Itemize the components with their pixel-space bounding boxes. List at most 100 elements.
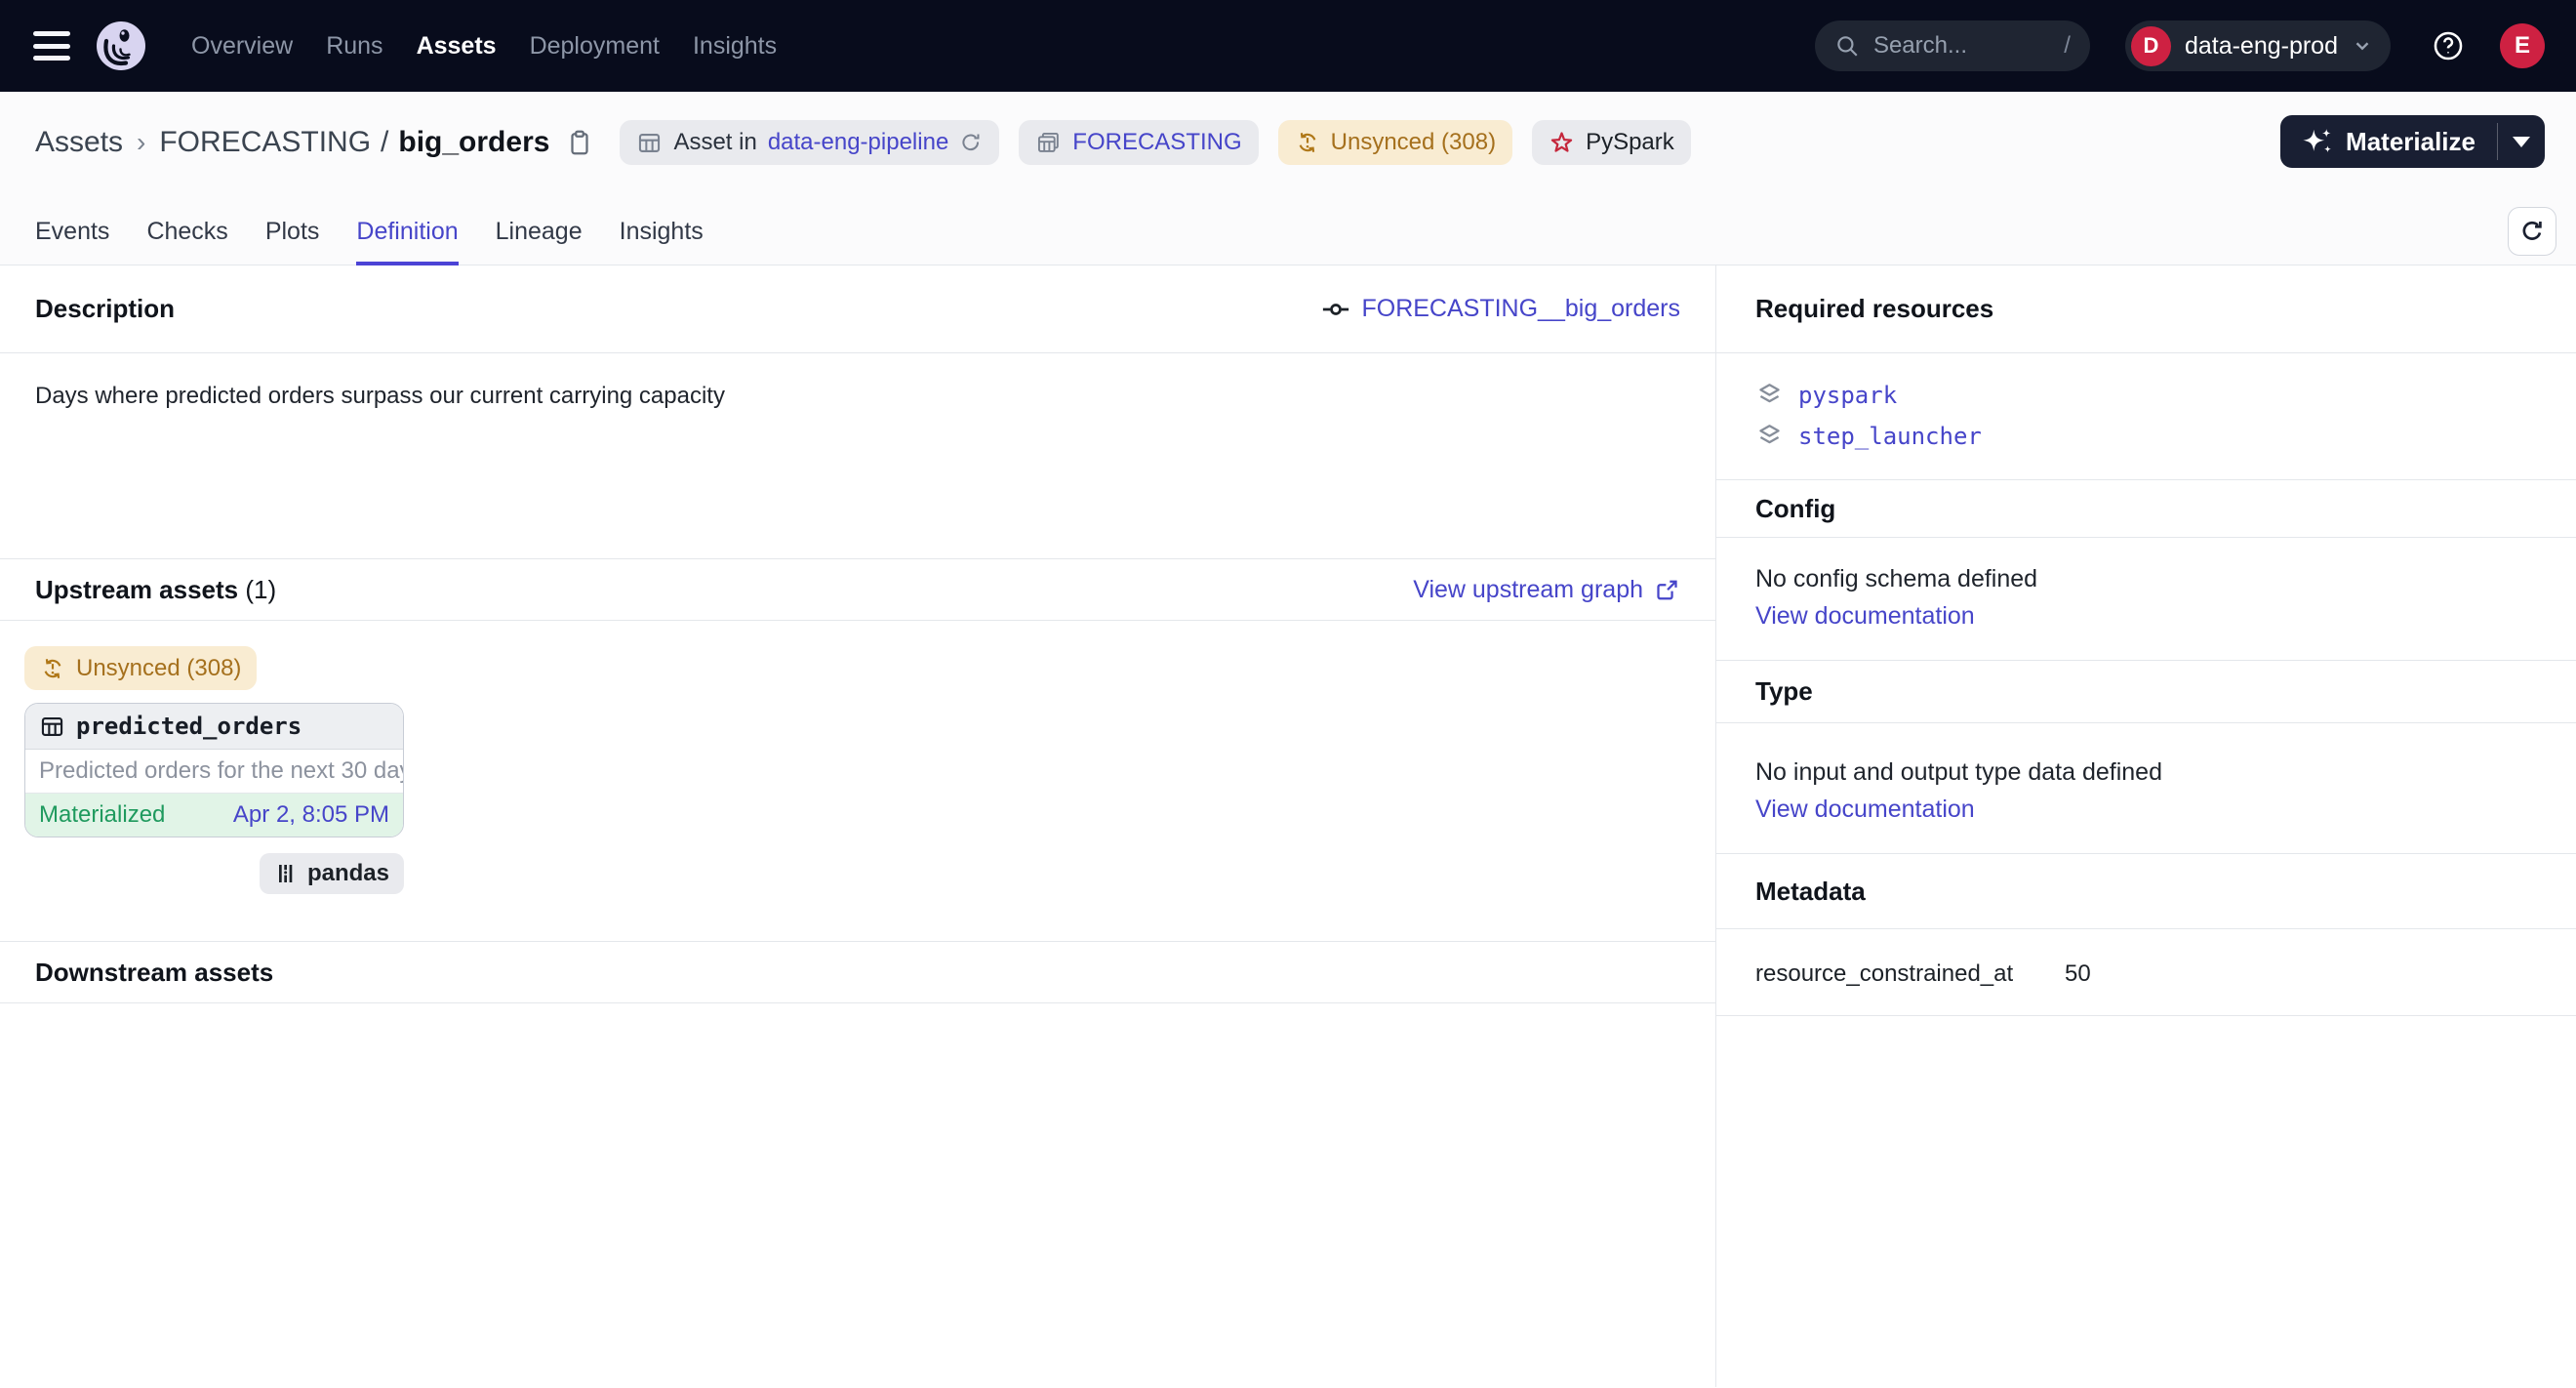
job-icon	[1321, 295, 1350, 324]
nav-runs[interactable]: Runs	[326, 32, 382, 61]
config-docs-link[interactable]: View documentation	[1755, 602, 1975, 631]
downstream-section-title: Downstream assets	[35, 958, 273, 988]
breadcrumb-group-link[interactable]: FORECASTING	[159, 126, 371, 159]
sync-warning-icon	[40, 656, 65, 681]
compute-kind-tag[interactable]: pandas	[260, 853, 404, 894]
deployment-initial-badge: D	[2131, 26, 2171, 66]
metadata-value: 50	[2065, 960, 2091, 988]
description-section-title: Description	[35, 294, 175, 324]
user-avatar[interactable]: E	[2500, 23, 2545, 68]
metadata-row: resource_constrained_at 50	[1716, 929, 2576, 1016]
resource-item[interactable]: pyspark	[1755, 381, 2537, 409]
primary-nav: Overview Runs Assets Deployment Insights	[191, 32, 777, 61]
refresh-button[interactable]	[2508, 207, 2556, 256]
definition-main-panel: Description FORECASTING__big_orders Days…	[0, 265, 1716, 1387]
dagster-logo[interactable]	[96, 20, 146, 71]
table-icon	[636, 130, 663, 156]
type-section-title: Type	[1755, 676, 1813, 707]
pandas-icon	[274, 862, 298, 885]
badge-asset-in-job: Asset in data-eng-pipeline	[620, 120, 999, 165]
upstream-unsynced-label: Unsynced (308)	[76, 655, 241, 682]
asset-name: big_orders	[398, 126, 549, 159]
upstream-asset-card[interactable]: predicted_orders Predicted orders for th…	[24, 703, 404, 837]
layers-icon	[1755, 381, 1784, 409]
breadcrumb-slash: /	[381, 126, 388, 159]
search-icon	[1834, 33, 1860, 59]
view-upstream-graph-link[interactable]: View upstream graph	[1413, 576, 1680, 604]
resource-item[interactable]: step_launcher	[1755, 422, 2537, 450]
badge-unsynced[interactable]: Unsynced (308)	[1278, 120, 1512, 165]
materialized-status-label: Materialized	[39, 801, 165, 829]
materialize-dropdown-button[interactable]	[2498, 115, 2545, 168]
config-section-title: Config	[1755, 494, 1835, 524]
type-empty-text: No input and output type data defined	[1755, 758, 2537, 787]
asset-header: Assets › FORECASTING / big_orders	[0, 92, 2576, 265]
config-section-body: No config schema defined View documentat…	[1716, 538, 2576, 661]
job-definition-link[interactable]: FORECASTING__big_orders	[1321, 295, 1680, 324]
type-section-body: No input and output type data defined Vi…	[1716, 723, 2576, 854]
badge-unsynced-label: Unsynced (308)	[1331, 129, 1496, 156]
nav-overview[interactable]: Overview	[191, 32, 293, 61]
resource-link[interactable]: pyspark	[1798, 382, 1897, 409]
materialize-button[interactable]: Materialize	[2280, 115, 2497, 168]
table-icon	[39, 714, 65, 740]
breadcrumb-chevron: ›	[137, 127, 145, 158]
refresh-icon	[2518, 218, 2546, 245]
tab-checks[interactable]: Checks	[146, 218, 227, 265]
nav-assets[interactable]: Assets	[417, 32, 497, 61]
definition-sidebar: Required resources pyspark	[1716, 265, 2576, 1387]
asset-description-text: Days where predicted orders surpass our …	[0, 353, 1715, 558]
sparkle-icon	[2302, 127, 2333, 156]
view-upstream-graph-label: View upstream graph	[1413, 576, 1643, 604]
type-docs-link[interactable]: View documentation	[1755, 796, 1975, 824]
upstream-asset-name[interactable]: predicted_orders	[76, 713, 302, 740]
compute-kind-tag-label: pandas	[307, 860, 389, 887]
sync-warning-icon	[1295, 130, 1320, 155]
tab-definition[interactable]: Definition	[356, 218, 458, 265]
job-link[interactable]: data-eng-pipeline	[768, 129, 948, 156]
upstream-section-title: Upstream assets (1)	[35, 575, 276, 605]
top-navigation-bar: Overview Runs Assets Deployment Insights…	[0, 0, 2576, 92]
deployment-name: data-eng-prod	[2185, 32, 2338, 61]
job-definition-label: FORECASTING__big_orders	[1361, 295, 1680, 323]
badge-asset-group[interactable]: FORECASTING	[1019, 120, 1258, 165]
nav-insights[interactable]: Insights	[693, 32, 777, 61]
refresh-small-icon[interactable]	[959, 131, 983, 154]
breadcrumb-assets-link[interactable]: Assets	[35, 126, 123, 159]
badge-compute-label: PySpark	[1586, 129, 1674, 156]
required-resources-list: pyspark step_launcher	[1716, 353, 2576, 480]
pyspark-star-icon	[1549, 130, 1575, 156]
required-resources-title: Required resources	[1755, 294, 1993, 324]
materialization-time-link[interactable]: Apr 2, 8:05 PM	[233, 801, 389, 829]
metadata-section-title: Metadata	[1755, 877, 1866, 907]
badge-group-label[interactable]: FORECASTING	[1072, 129, 1241, 156]
badge-compute-kind[interactable]: PySpark	[1532, 120, 1691, 165]
tab-events[interactable]: Events	[35, 218, 109, 265]
external-link-icon	[1654, 577, 1680, 603]
chevron-down-icon	[2352, 35, 2373, 57]
search-shortcut-hint: /	[2064, 32, 2071, 60]
nav-deployment[interactable]: Deployment	[530, 32, 660, 61]
tab-lineage[interactable]: Lineage	[496, 218, 583, 265]
tab-insights[interactable]: Insights	[620, 218, 704, 265]
asset-tabs: Events Checks Plots Definition Lineage I…	[35, 218, 704, 265]
asset-badges: Asset in data-eng-pipeline	[620, 120, 1690, 165]
tab-plots[interactable]: Plots	[265, 218, 320, 265]
breadcrumb: Assets › FORECASTING / big_orders	[35, 126, 549, 159]
materialize-split-button: Materialize	[2280, 115, 2545, 168]
materialize-label: Materialize	[2346, 127, 2475, 157]
upstream-asset-description: Predicted orders for the next 30 day…	[25, 750, 403, 794]
copy-icon[interactable]	[565, 128, 594, 157]
config-empty-text: No config schema defined	[1755, 565, 2537, 593]
caret-down-icon	[2513, 137, 2530, 147]
table-group-icon	[1035, 130, 1062, 156]
deployment-switcher[interactable]: D data-eng-prod	[2125, 20, 2391, 71]
search-input[interactable]	[1873, 32, 2050, 60]
layers-icon	[1755, 422, 1784, 450]
badge-asset-in-label: Asset in	[673, 129, 756, 156]
resource-link[interactable]: step_launcher	[1798, 423, 1982, 450]
menu-icon[interactable]	[33, 31, 70, 61]
help-icon[interactable]	[2432, 29, 2465, 62]
upstream-unsynced-pill: Unsynced (308)	[24, 646, 257, 690]
search-box[interactable]: /	[1815, 20, 2090, 71]
